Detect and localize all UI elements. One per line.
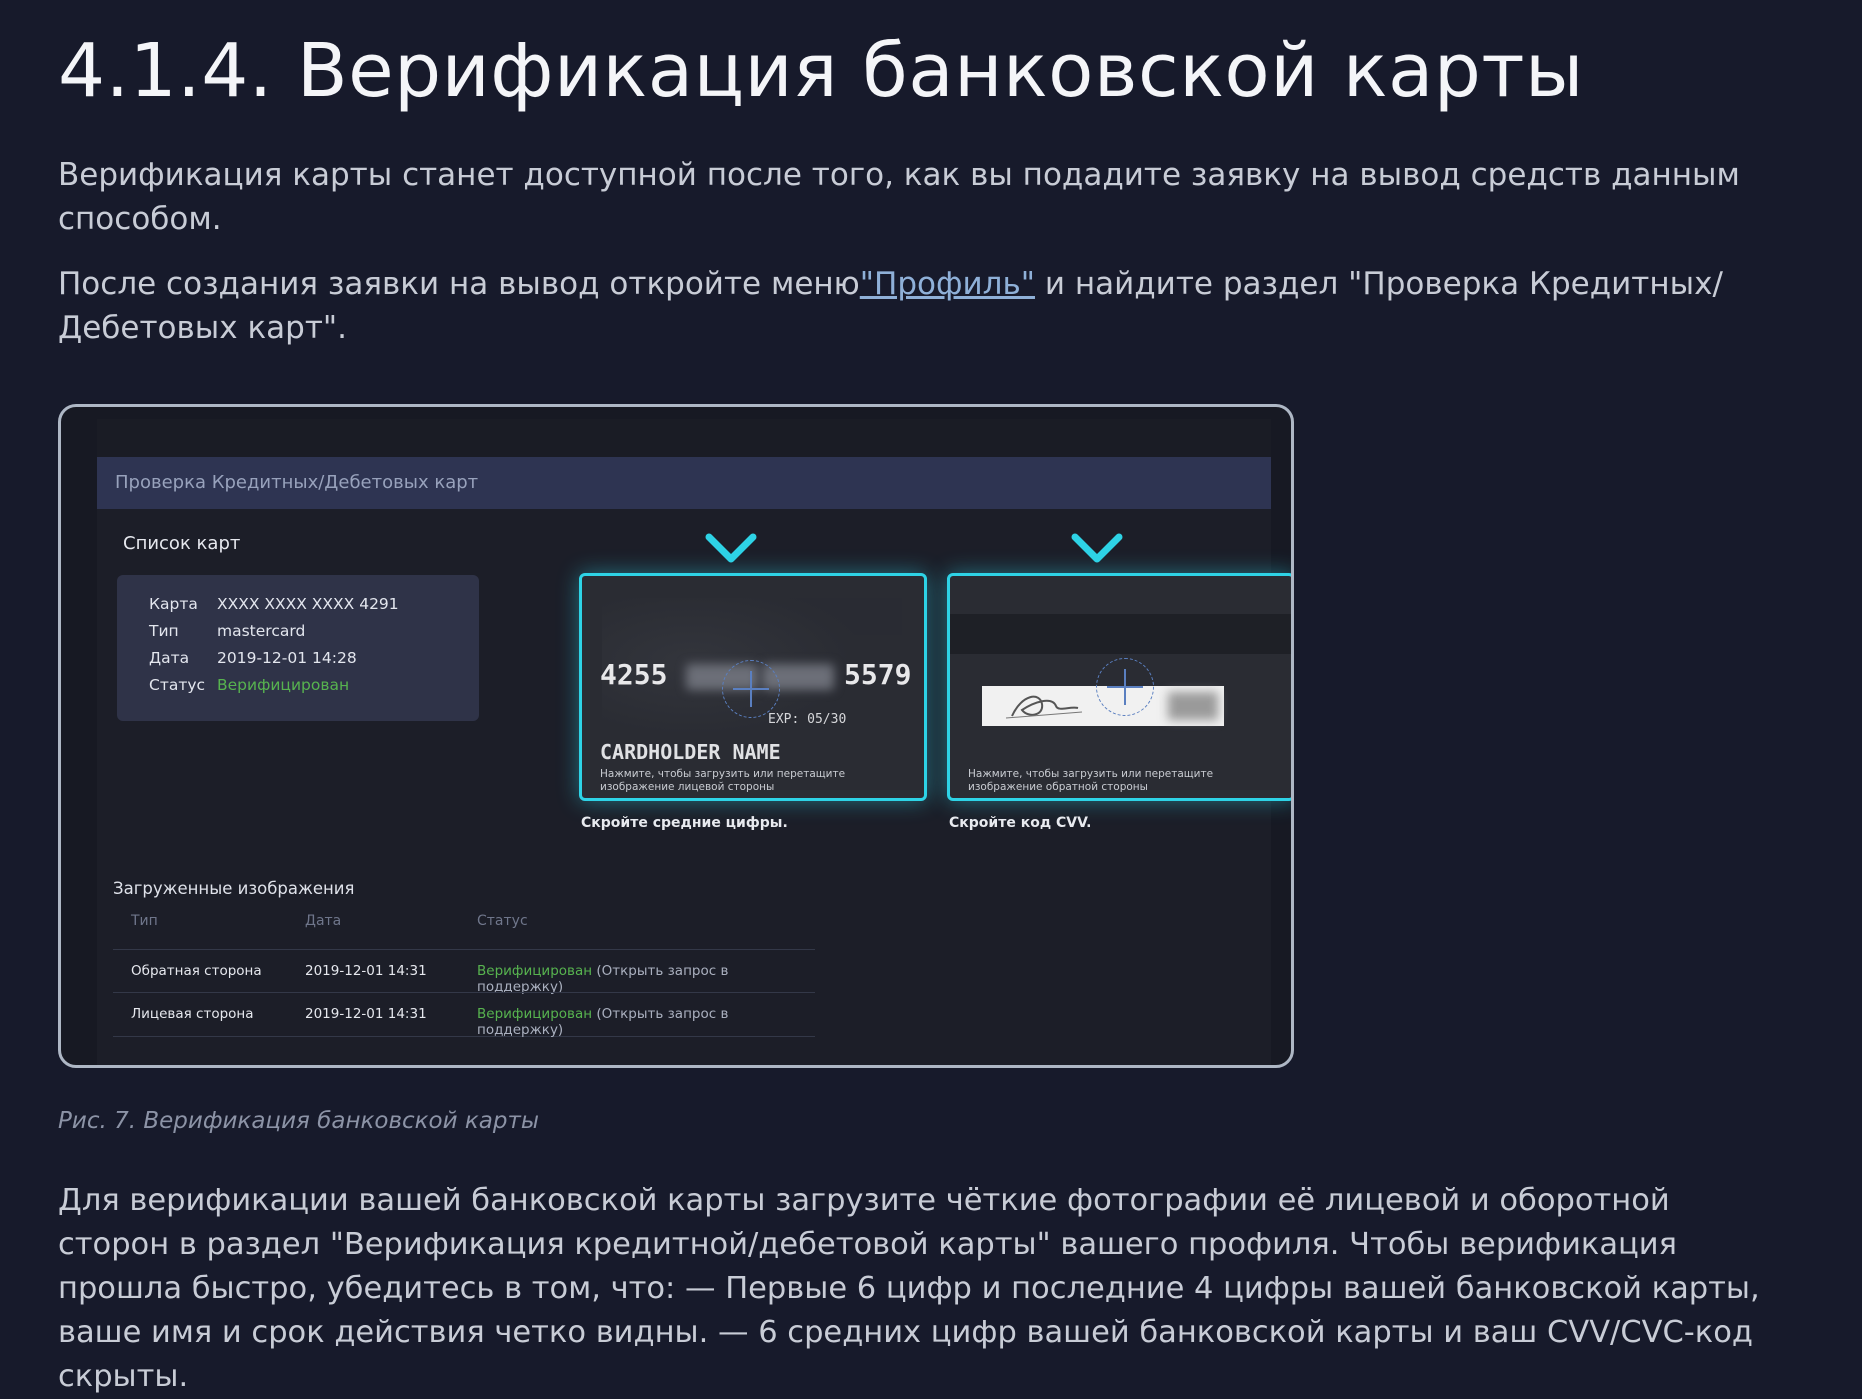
profile-link[interactable]: "Профиль" <box>860 266 1035 302</box>
table-row: Обратная сторона 2019-12-01 14:31 Верифи… <box>113 949 815 995</box>
chevron-down-icon <box>1071 533 1123 563</box>
cardholder-name: CARDHOLDER NAME <box>600 740 781 764</box>
section-header: Проверка Кредитных/Дебетовых карт <box>97 457 1271 509</box>
column-header-type: Тип <box>131 913 158 929</box>
card-type-row: Тип mastercard <box>149 622 306 640</box>
profile-paragraph: После создания заявки на вывод откройте … <box>58 262 1778 350</box>
card-number-row: Карта XXXX XXXX XXXX 4291 <box>149 595 399 613</box>
card-info-panel[interactable]: Карта XXXX XXXX XXXX 4291 Тип mastercard Д… <box>117 575 479 721</box>
page-title: 4.1.4. Верификация банковской карты <box>58 28 1584 114</box>
card-expiry: EXP: 05/30 <box>768 712 847 727</box>
magnetic-stripe <box>950 614 1291 654</box>
card-status-row: Статус Верифицирован <box>149 676 350 694</box>
card-number-last: 5579 <box>844 658 912 691</box>
figure-screenshot: Проверка Кредитных/Дебетовых карт Список… <box>58 404 1294 1068</box>
table-row: Лицевая сторона 2019-12-01 14:31 Верифиц… <box>113 992 815 1038</box>
back-caption: Скройте код CVV. <box>949 815 1092 831</box>
column-header-date: Дата <box>305 913 342 929</box>
card-date-row: Дата 2019-12-01 14:28 <box>149 649 357 667</box>
figure-caption: Рис. 7. Верификация банковской карты <box>58 1108 540 1134</box>
card-number-first: 4255 <box>600 658 668 691</box>
upload-target-icon <box>1096 658 1154 716</box>
front-upload-hint: Нажмите, чтобы загрузить или перетащите … <box>600 768 846 793</box>
front-caption: Скройте средние цифры. <box>581 815 788 831</box>
figure-topbar <box>97 419 1271 457</box>
card-type: mastercard <box>217 622 306 640</box>
profile-text-before: После создания заявки на вывод откройте … <box>58 266 860 302</box>
card-status: Верифицирован <box>217 676 350 694</box>
upload-target-icon <box>722 660 780 718</box>
status-badge: Верифицирован <box>477 963 593 979</box>
cards-list-title: Список карт <box>123 533 241 554</box>
intro-paragraph: Верификация карты станет доступной после… <box>58 157 1740 237</box>
figure-panel: Проверка Кредитных/Дебетовых карт Список… <box>97 419 1291 1065</box>
signature-icon <box>1005 695 1083 719</box>
instructions-paragraph: Для верификации вашей банковской карты з… <box>58 1183 1760 1394</box>
uploaded-images-title: Загруженные изображения <box>113 879 355 898</box>
back-upload-dropzone[interactable]: Нажмите, чтобы загрузить или перетащите … <box>947 573 1291 801</box>
column-header-status: Статус <box>477 913 528 929</box>
chevron-down-icon <box>705 533 757 563</box>
back-upload-hint: Нажмите, чтобы загрузить или перетащите … <box>968 768 1214 793</box>
card-number: XXXX XXXX XXXX 4291 <box>217 595 399 613</box>
card-date: 2019-12-01 14:28 <box>217 649 357 667</box>
status-badge: Верифицирован <box>477 1006 593 1022</box>
front-upload-dropzone[interactable]: 4255 5579 EXP: 05/30 CARDHOLDER NAME Наж… <box>579 573 927 801</box>
blurred-cvv <box>1168 692 1218 720</box>
